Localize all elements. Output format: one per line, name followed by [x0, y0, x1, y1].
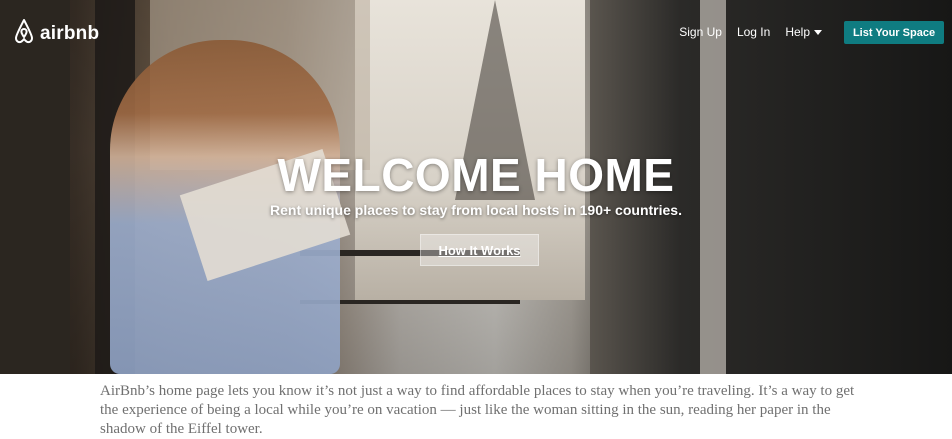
hero-section: airbnb Sign Up Log In Help List Your Spa… [0, 0, 952, 374]
how-it-works-button[interactable]: How It Works [420, 234, 539, 266]
article-caption: AirBnb’s home page lets you know it’s no… [100, 383, 855, 437]
sign-up-link[interactable]: Sign Up [679, 25, 722, 39]
brand-logo[interactable]: airbnb [12, 18, 99, 49]
brand-name: airbnb [40, 22, 100, 44]
airbnb-belo-icon [12, 18, 36, 49]
log-in-link[interactable]: Log In [737, 25, 770, 39]
nav-links: Sign Up Log In Help [679, 25, 822, 39]
hero-headline: WELCOME HOME [277, 149, 675, 201]
help-menu[interactable]: Help [785, 25, 822, 39]
chevron-down-icon [814, 29, 822, 35]
top-navbar: airbnb Sign Up Log In Help List Your Spa… [0, 0, 952, 64]
hero-subtitle: Rent unique places to stay from local ho… [270, 202, 682, 218]
help-label: Help [785, 25, 810, 39]
list-your-space-button[interactable]: List Your Space [844, 21, 944, 44]
